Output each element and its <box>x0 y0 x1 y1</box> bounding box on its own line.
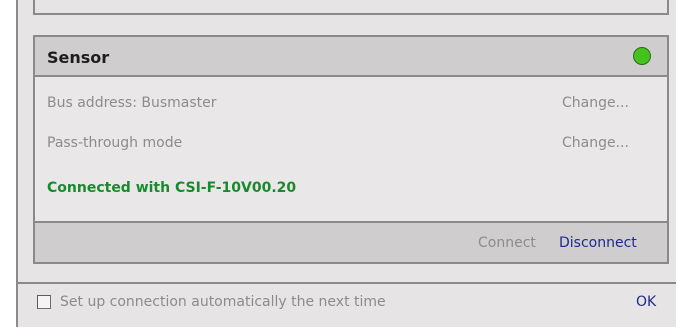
ok-button[interactable]: OK <box>636 294 656 310</box>
bus-address-label: Bus address: Busmaster <box>47 95 217 111</box>
change-pass-through-link[interactable]: Change... <box>562 135 629 151</box>
connection-status-text: Connected with CSI-F-10V00.20 <box>47 180 297 196</box>
dialog-footer: Set up connection automatically the next… <box>18 282 676 327</box>
sensor-title: Sensor <box>47 48 110 67</box>
auto-connect-checkbox[interactable] <box>37 295 51 309</box>
pass-through-mode-label: Pass-through mode <box>47 135 183 151</box>
connect-button[interactable]: Connect <box>478 235 536 251</box>
change-bus-address-link[interactable]: Change... <box>562 95 629 111</box>
previous-panel <box>33 0 669 15</box>
sensor-panel: Sensor Bus address: Busmaster Change... … <box>33 35 669 264</box>
auto-connect-label: Set up connection automatically the next… <box>60 294 386 310</box>
sensor-panel-header: Sensor <box>35 37 667 77</box>
disconnect-button[interactable]: Disconnect <box>559 235 637 251</box>
sensor-actions-bar: Connect Disconnect <box>35 221 667 262</box>
status-indicator-icon <box>633 47 651 65</box>
